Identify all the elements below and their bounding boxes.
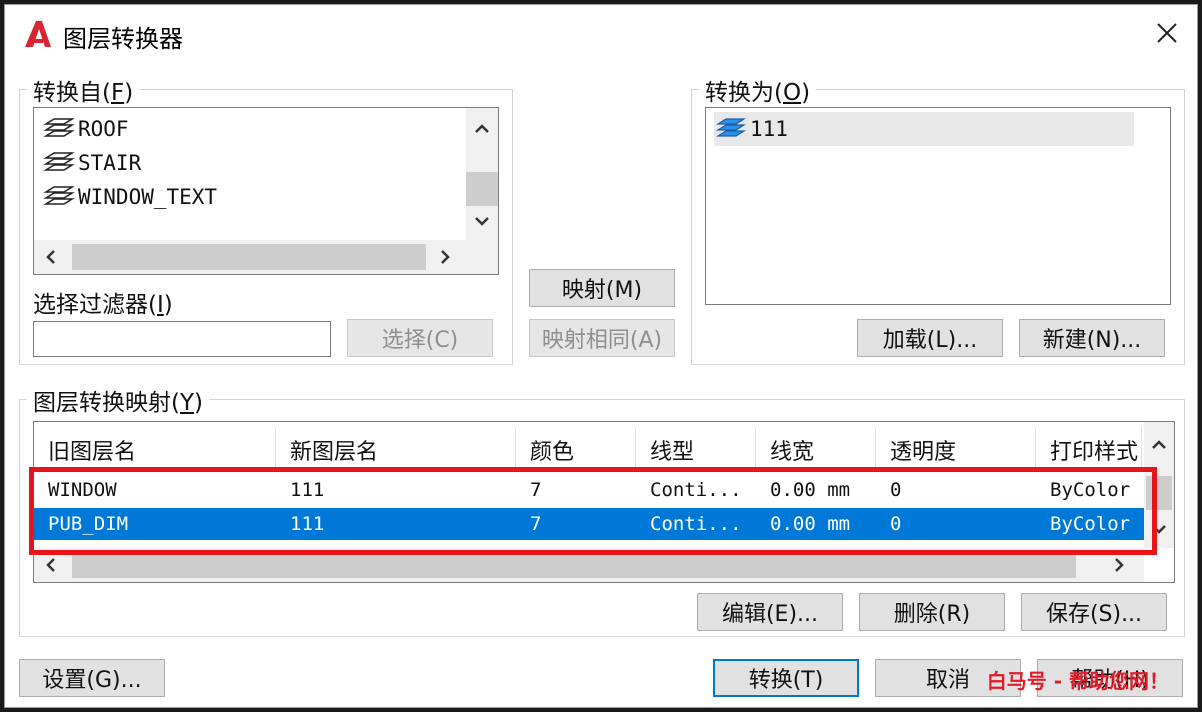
watermark-text: 白马号 - 帮助您网！ — [986, 669, 1169, 693]
title-bar: 图层转换器 — [5, 5, 1197, 61]
annotation-highlight-box — [29, 467, 1157, 555]
delete-button[interactable]: 删除(R) — [859, 593, 1005, 631]
window-title: 图层转换器 — [63, 25, 183, 53]
edit-button[interactable]: 编辑(E)... — [697, 593, 843, 631]
map-same-button[interactable]: 映射相同(A) — [529, 319, 675, 357]
mapping-label: 图层转换映射(Y) — [27, 383, 210, 417]
horizontal-scrollbar[interactable] — [34, 240, 498, 274]
filter-label: 选择过滤器(I) — [33, 292, 173, 318]
scroll-right-icon[interactable] — [1108, 554, 1130, 576]
autocad-logo-icon — [25, 21, 51, 47]
column-header[interactable]: 透明度 — [876, 428, 1036, 472]
list-item[interactable]: ROOF — [42, 112, 129, 146]
vertical-scrollbar[interactable] — [466, 108, 498, 240]
filter-input[interactable] — [33, 321, 331, 357]
scroll-left-icon[interactable] — [40, 554, 62, 576]
layer-translator-dialog: 图层转换器 转换自(F) ROOF STAIR WINDOW_TEXT 选择过滤… — [4, 4, 1198, 708]
layer-name: 111 — [750, 117, 788, 141]
column-header[interactable]: 旧图层名 — [34, 428, 276, 472]
scroll-up-icon[interactable] — [1148, 434, 1170, 456]
scroll-up-icon[interactable] — [471, 118, 493, 140]
list-item[interactable]: 111 — [714, 112, 1134, 146]
save-button[interactable]: 保存(S)... — [1021, 593, 1167, 631]
layer-name: WINDOW_TEXT — [78, 185, 218, 209]
scrollbar-thumb[interactable] — [466, 172, 498, 206]
scroll-down-icon[interactable] — [471, 210, 493, 232]
scrollbar-thumb[interactable] — [72, 552, 1076, 578]
scroll-left-icon[interactable] — [40, 246, 62, 268]
column-header[interactable]: 新图层名 — [276, 428, 516, 472]
map-button[interactable]: 映射(M) — [529, 269, 675, 307]
layer-name: ROOF — [78, 117, 129, 141]
load-button[interactable]: 加载(L)... — [857, 319, 1003, 357]
list-item[interactable]: STAIR — [42, 146, 141, 180]
new-layer-button[interactable]: 新建(N)... — [1019, 319, 1165, 357]
layer-name: STAIR — [78, 151, 142, 175]
layers-icon — [43, 152, 75, 171]
convert-from-label: 转换自(F) — [27, 73, 140, 107]
convert-from-list[interactable]: ROOF STAIR WINDOW_TEXT — [33, 107, 499, 275]
convert-button[interactable]: 转换(T) — [713, 659, 859, 697]
layers-blue-icon — [715, 118, 747, 137]
scroll-right-icon[interactable] — [434, 246, 456, 268]
settings-button[interactable]: 设置(G)... — [19, 659, 165, 697]
layers-icon — [43, 186, 75, 205]
column-header[interactable]: 线宽 — [756, 428, 876, 472]
scrollbar-thumb[interactable] — [72, 244, 426, 270]
layers-icon — [43, 118, 75, 137]
column-header[interactable]: 线型 — [636, 428, 756, 472]
list-item[interactable]: WINDOW_TEXT — [42, 180, 217, 214]
close-icon[interactable] — [1151, 17, 1183, 49]
column-header[interactable]: 打印样式 — [1036, 428, 1142, 472]
convert-to-label: 转换为(O) — [699, 73, 817, 107]
column-header[interactable]: 颜色 — [516, 428, 636, 472]
convert-to-list[interactable]: 111 — [705, 107, 1171, 305]
select-button[interactable]: 选择(C) — [347, 319, 493, 357]
